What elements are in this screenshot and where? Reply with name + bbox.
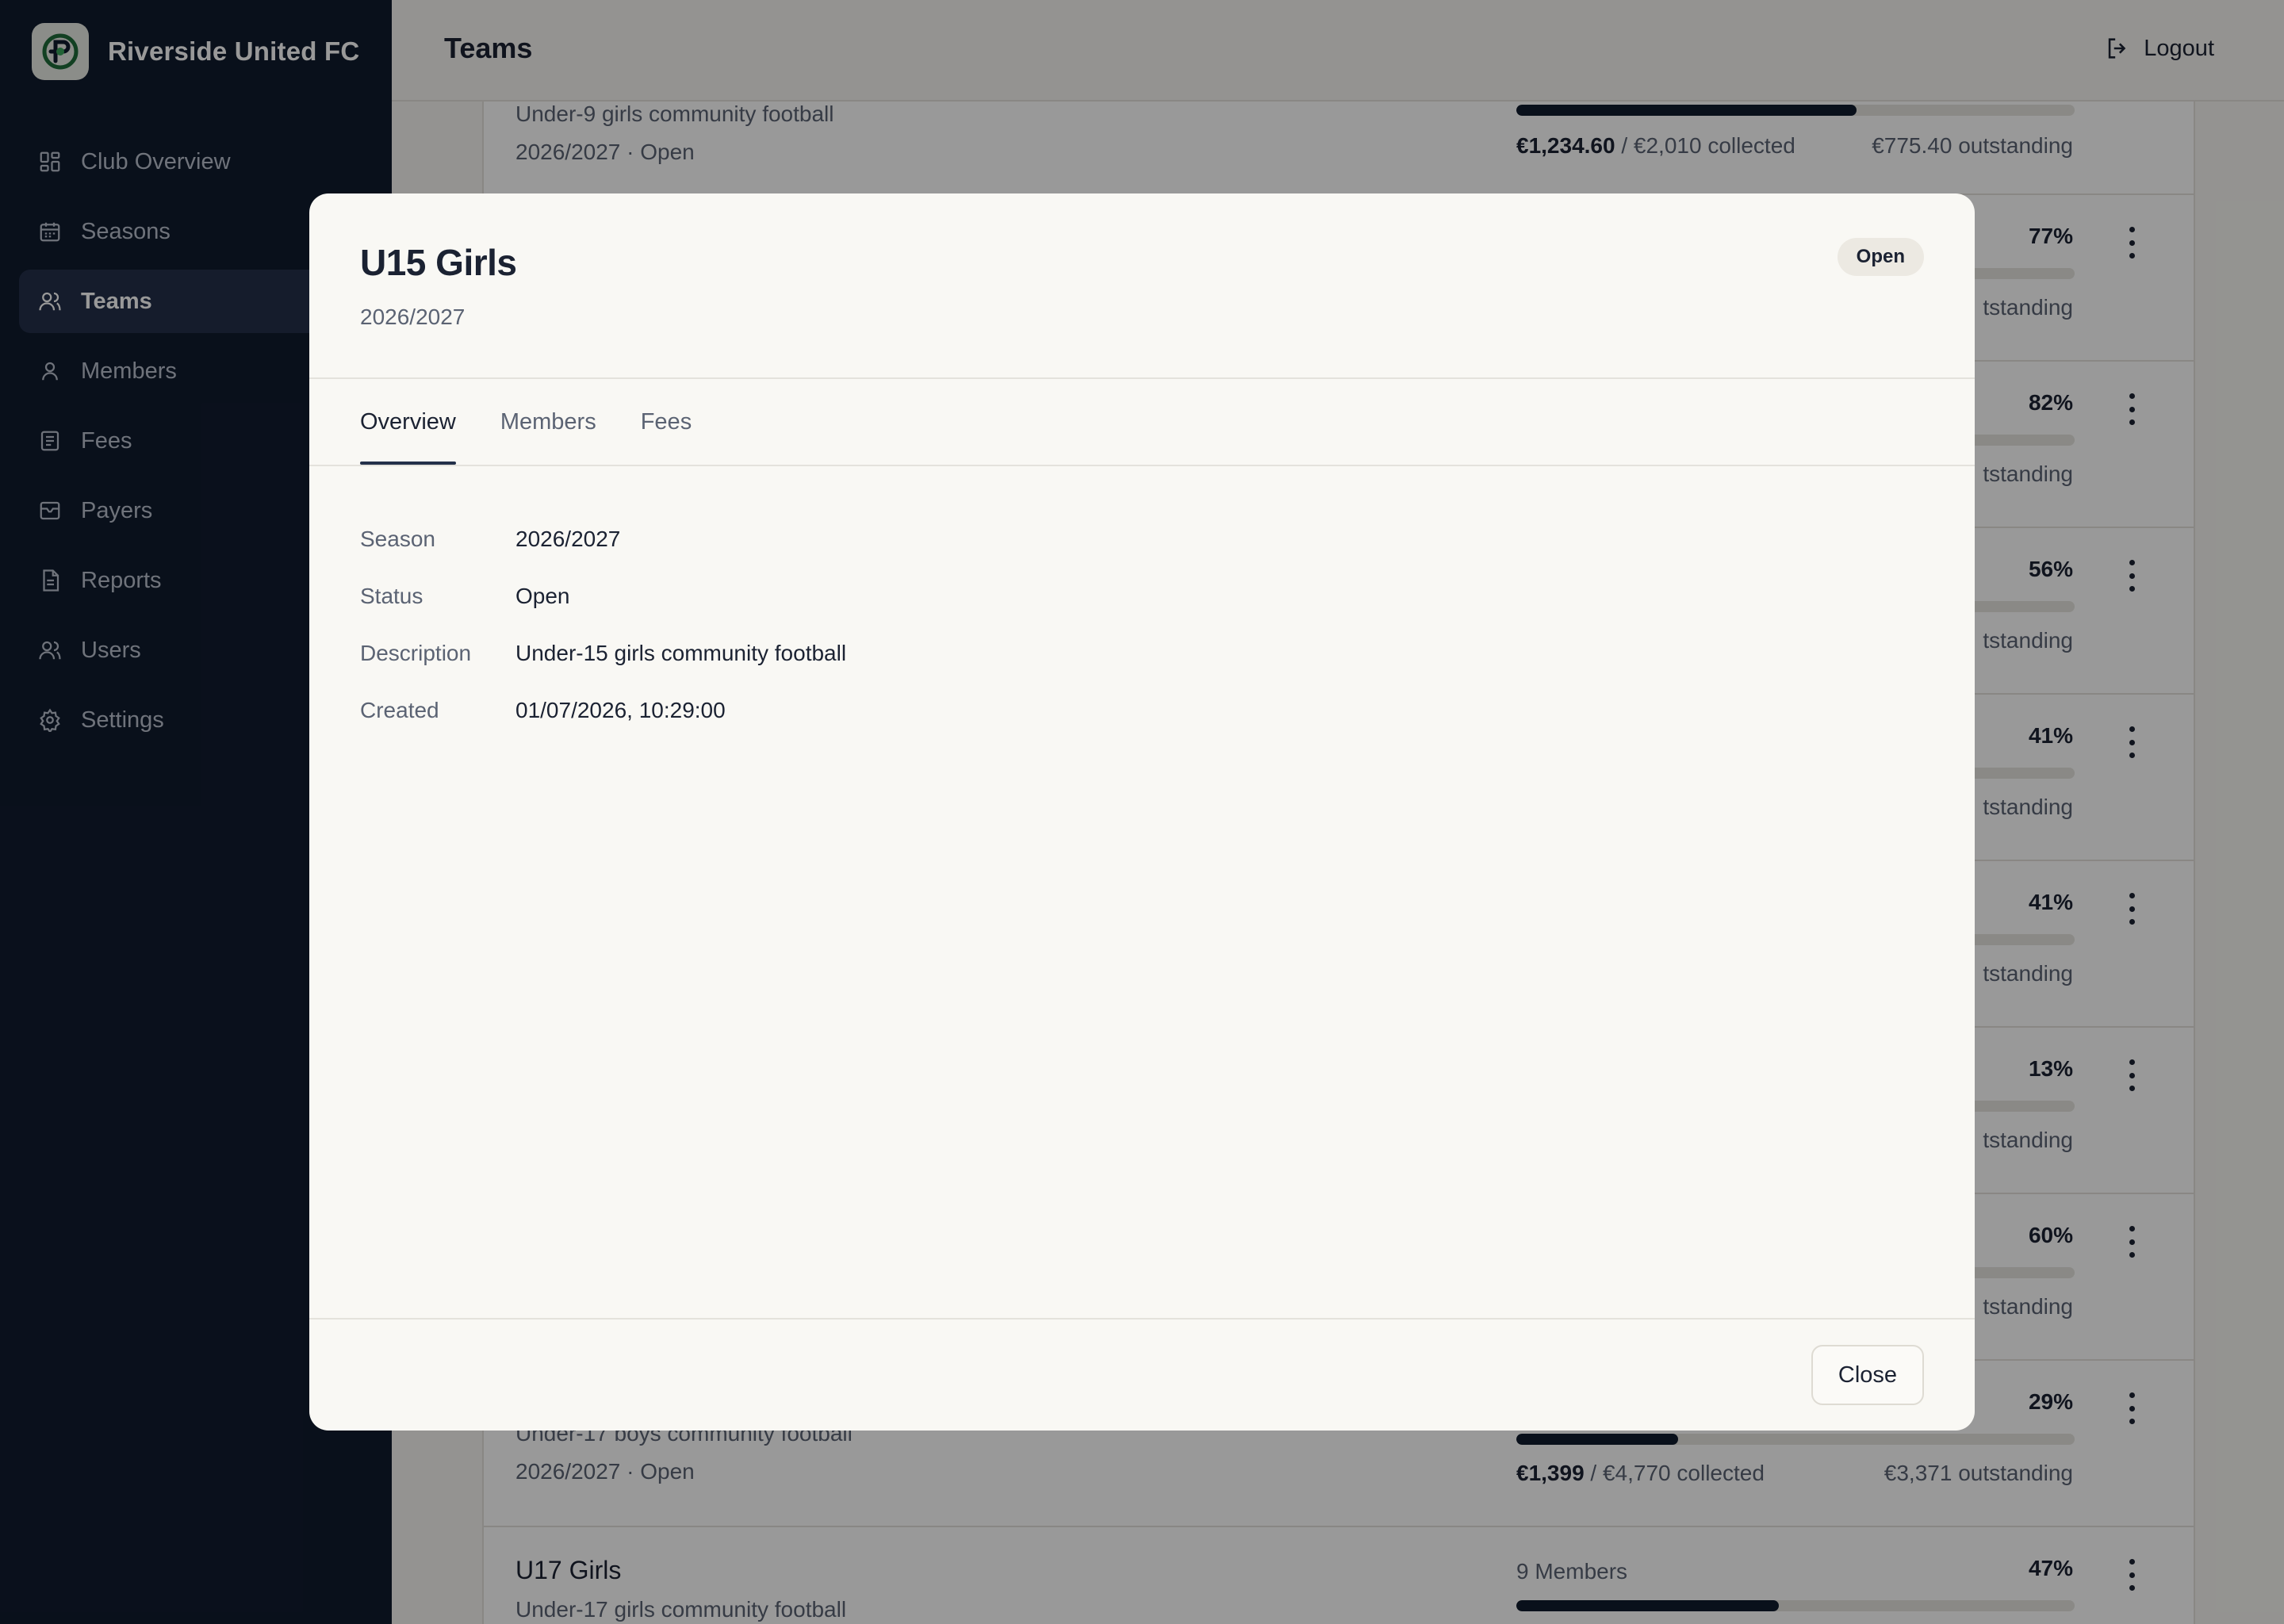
status-badge: Open bbox=[1837, 238, 1924, 276]
detail-row-description: Description Under-15 girls community foo… bbox=[360, 625, 846, 682]
divider bbox=[309, 1318, 1975, 1320]
tab-fees[interactable]: Fees bbox=[641, 379, 692, 465]
team-detail-modal: U15 Girls 2026/2027 Open Overview Member… bbox=[309, 193, 1975, 1431]
detail-label: Created bbox=[360, 698, 439, 722]
detail-label: Season bbox=[360, 527, 435, 551]
detail-value: Open bbox=[515, 584, 570, 608]
detail-row-status: Status Open bbox=[360, 568, 846, 625]
modal-tabs: Overview Members Fees bbox=[360, 379, 692, 465]
detail-label: Status bbox=[360, 584, 423, 608]
overview-details: Season 2026/2027 Status Open Description… bbox=[360, 511, 846, 739]
modal-subtitle: 2026/2027 bbox=[360, 304, 466, 329]
detail-row-season: Season 2026/2027 bbox=[360, 511, 846, 568]
close-button[interactable]: Close bbox=[1811, 1345, 1924, 1405]
detail-value: 2026/2027 bbox=[515, 527, 621, 551]
detail-value: 01/07/2026, 10:29:00 bbox=[515, 698, 726, 722]
tab-overview[interactable]: Overview bbox=[360, 379, 456, 465]
detail-label: Description bbox=[360, 641, 472, 665]
detail-row-created: Created 01/07/2026, 10:29:00 bbox=[360, 682, 846, 739]
detail-value: Under-15 girls community football bbox=[515, 641, 847, 665]
modal-title: U15 Girls bbox=[360, 242, 517, 283]
divider bbox=[309, 465, 1975, 466]
tab-members[interactable]: Members bbox=[500, 379, 596, 465]
